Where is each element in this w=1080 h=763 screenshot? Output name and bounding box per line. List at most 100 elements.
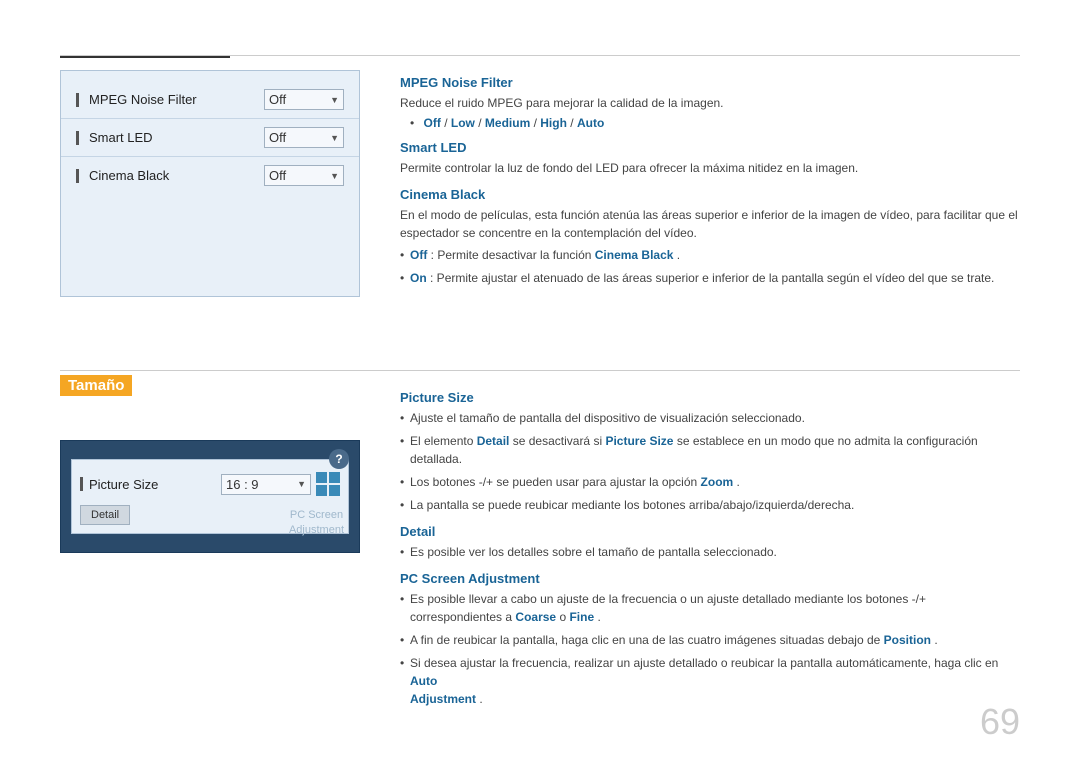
- lower-section: ? Picture Size 16 : 9 4 : 3 Wide: [60, 385, 1020, 718]
- pc-b1-mid: o: [559, 610, 569, 624]
- pc-b2-prefix: A fin de reubicar la pantalla, haga clic…: [410, 633, 884, 647]
- right-content-upper: MPEG Noise Filter Reduce el ruido MPEG p…: [400, 70, 1020, 297]
- cinema-bullet2-text: : Permite ajustar el atenuado de las áre…: [430, 271, 994, 285]
- picture-size-label: Picture Size: [89, 477, 158, 492]
- pc-b1-suffix: .: [597, 610, 600, 624]
- ps-b2-mid: se desactivará si: [513, 434, 606, 448]
- picture-size-bullet4-text: La pantalla se puede reubicar mediante l…: [410, 498, 854, 512]
- cinema-on-label: On: [410, 271, 427, 285]
- picture-panel: ? Picture Size 16 : 9 4 : 3 Wide: [60, 440, 360, 553]
- cinema-bullet1: Off : Permite desactivar la función Cine…: [400, 246, 1020, 264]
- pc-b3-suffix: .: [479, 692, 482, 706]
- picture-size-select[interactable]: 16 : 9 4 : 3 Wide Zoom: [221, 474, 311, 495]
- ps-b2-prefix: El elemento: [410, 434, 477, 448]
- pc-screen-bullet2: A fin de reubicar la pantalla, haga clic…: [400, 631, 1020, 649]
- pc-screen-section: PC Screen Adjustment Es posible llevar a…: [400, 571, 1020, 708]
- cinema-section: Cinema Black En el modo de películas, es…: [400, 187, 1020, 287]
- detail-bullet1: Es posible ver los detalles sobre el tam…: [400, 543, 1020, 561]
- detail-section-title: Detail: [400, 524, 1020, 539]
- cinema-bullet1-text: : Permite desactivar la función: [431, 248, 595, 262]
- picture-size-bullet1-text: Ajuste el tamaño de pantalla del disposi…: [410, 411, 805, 425]
- mpeg-options-line: Off / Low / Medium / High / Auto: [400, 116, 1020, 130]
- grid-cell-3: [316, 485, 327, 496]
- mpeg-select[interactable]: Off Low Medium High Auto: [264, 89, 344, 110]
- grid-cell-2: [329, 472, 340, 483]
- pc-screen-section-title: PC Screen Adjustment: [400, 571, 1020, 586]
- picture-size-bar: [80, 477, 83, 491]
- picture-size-bullet4: La pantalla se puede reubicar mediante l…: [400, 496, 1020, 514]
- smartled-select-wrapper[interactable]: Off On: [264, 127, 344, 148]
- mpeg-section-title: MPEG Noise Filter: [400, 75, 1020, 90]
- cinema-section-desc: En el modo de películas, esta función at…: [400, 206, 1020, 242]
- question-mark[interactable]: ?: [329, 449, 349, 469]
- mpeg-section-desc: Reduce el ruido MPEG para mejorar la cal…: [400, 94, 1020, 112]
- picture-size-bullet2: El elemento Detail se desactivará si Pic…: [400, 432, 1020, 468]
- smartled-row: Smart LED Off On: [61, 119, 359, 157]
- mpeg-high: High: [540, 116, 567, 130]
- pc-screen-bullet3: Si desea ajustar la frecuencia, realizar…: [400, 654, 1020, 708]
- smartled-bar: [76, 131, 79, 145]
- detail-button[interactable]: Detail: [80, 505, 130, 525]
- smartled-label-text: Smart LED: [89, 130, 153, 145]
- cinema-section-title: Cinema Black: [400, 187, 1020, 202]
- cinema-black-link: Cinema Black: [595, 248, 674, 262]
- mpeg-sep1: /: [444, 116, 451, 130]
- top-line: [60, 55, 1020, 56]
- picture-size-bullet1: Ajuste el tamaño de pantalla del disposi…: [400, 409, 1020, 427]
- grid-cell-4: [329, 485, 340, 496]
- cinemablack-label: Cinema Black: [76, 168, 264, 183]
- mpeg-sep4: /: [570, 116, 577, 130]
- cinemablack-select-wrapper[interactable]: Off On: [264, 165, 344, 186]
- mpeg-auto: Auto: [577, 116, 604, 130]
- pc-b3-prefix: Si desea ajustar la frecuencia, realizar…: [410, 656, 998, 670]
- right-content-lower: Picture Size Ajuste el tamaño de pantall…: [400, 385, 1020, 718]
- ps-b3-prefix: Los botones -/+ se pueden usar para ajus…: [410, 475, 701, 489]
- mpeg-label: MPEG Noise Filter: [76, 92, 264, 107]
- cinema-bullet1-suffix: .: [677, 248, 680, 262]
- mpeg-section: MPEG Noise Filter Reduce el ruido MPEG p…: [400, 75, 1020, 130]
- smartled-label: Smart LED: [76, 130, 264, 145]
- mpeg-off: Off: [424, 116, 441, 130]
- smartled-section-title: Smart LED: [400, 140, 1020, 155]
- picture-size-section-title: Picture Size: [400, 390, 1020, 405]
- page-number: 69: [980, 701, 1020, 743]
- upper-section: MPEG Noise Filter Off Low Medium High Au…: [60, 70, 1020, 297]
- detail-section: Detail Es posible ver los detalles sobre…: [400, 524, 1020, 561]
- pc-b2-position: Position: [884, 633, 931, 647]
- picture-panel-wrapper: ? Picture Size 16 : 9 4 : 3 Wide: [60, 415, 360, 718]
- picture-size-section: Picture Size Ajuste el tamaño de pantall…: [400, 390, 1020, 514]
- smartled-section: Smart LED Permite controlar la luz de fo…: [400, 140, 1020, 177]
- mid-line: [60, 370, 1020, 371]
- detail-bullet1-text: Es posible ver los detalles sobre el tam…: [410, 545, 777, 559]
- smartled-section-desc: Permite controlar la luz de fondo del LE…: [400, 159, 1020, 177]
- page-container: MPEG Noise Filter Off Low Medium High Au…: [0, 0, 1080, 763]
- mpeg-row: MPEG Noise Filter Off Low Medium High Au…: [61, 81, 359, 119]
- cinemablack-select[interactable]: Off On: [264, 165, 344, 186]
- cinemablack-row: Cinema Black Off On: [61, 157, 359, 194]
- cinemablack-bar: [76, 169, 79, 183]
- picture-size-select-wrapper[interactable]: 16 : 9 4 : 3 Wide Zoom: [221, 474, 311, 495]
- pc-b1-prefix: Es posible llevar a cabo un ajuste de la…: [410, 592, 926, 624]
- pc-screen-text: PC Screen Adjustment: [289, 508, 344, 537]
- pc-screen-line2: Adjustment: [289, 524, 344, 536]
- pc-b2-suffix: .: [934, 633, 937, 647]
- grid-cell-1: [316, 472, 327, 483]
- pc-b3-adjustment: Adjustment: [410, 692, 476, 706]
- settings-panel: MPEG Noise Filter Off Low Medium High Au…: [60, 70, 360, 297]
- pc-b1-fine: Fine: [569, 610, 594, 624]
- cinema-bullet2: On : Permite ajustar el atenuado de las …: [400, 269, 1020, 287]
- mpeg-bar: [76, 93, 79, 107]
- ps-b2-detail: Detail: [477, 434, 510, 448]
- mpeg-sep2: /: [478, 116, 485, 130]
- mpeg-select-wrapper[interactable]: Off Low Medium High Auto: [264, 89, 344, 110]
- pc-screen-bullet1: Es posible llevar a cabo un ajuste de la…: [400, 590, 1020, 626]
- picture-size-row: Picture Size 16 : 9 4 : 3 Wide Zoom: [80, 468, 340, 500]
- mpeg-medium: Medium: [485, 116, 530, 130]
- ps-b3-zoom: Zoom: [701, 475, 734, 489]
- ps-b3-suffix: .: [737, 475, 740, 489]
- grid-icon: [316, 472, 340, 496]
- smartled-select[interactable]: Off On: [264, 127, 344, 148]
- mpeg-label-text: MPEG Noise Filter: [89, 92, 197, 107]
- pc-b3-auto: Auto: [410, 674, 437, 688]
- pc-b1-coarse: Coarse: [515, 610, 556, 624]
